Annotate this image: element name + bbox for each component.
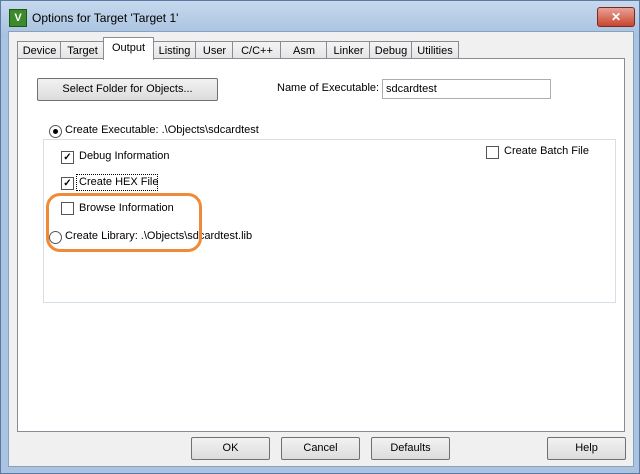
tab-output[interactable]: Output	[103, 37, 154, 60]
select-folder-button[interactable]: Select Folder for Objects...	[37, 78, 218, 101]
debug-information-label: Debug Information	[79, 150, 170, 162]
orange-highlight-annotation	[46, 193, 202, 252]
ok-button[interactable]: OK	[191, 437, 270, 460]
dialog-client-area: Device Target Output Listing User C/C++ …	[8, 31, 634, 467]
debug-information-checkbox[interactable]: ✓	[61, 151, 74, 164]
name-of-executable-input[interactable]: sdcardtest	[382, 79, 551, 99]
create-executable-label: Create Executable: .\Objects\sdcardtest	[65, 124, 259, 136]
window-title: Options for Target 'Target 1'	[32, 11, 179, 25]
create-batch-checkbox[interactable]	[486, 146, 499, 159]
output-tab-panel: Select Folder for Objects... Name of Exe…	[17, 58, 625, 432]
create-hex-checkbox[interactable]: ✓	[61, 177, 74, 190]
defaults-button[interactable]: Defaults	[371, 437, 450, 460]
create-hex-label: Create HEX File	[79, 176, 159, 188]
keil-app-icon: V	[9, 9, 27, 27]
create-batch-label: Create Batch File	[504, 145, 589, 157]
options-dialog: V Options for Target 'Target 1' ✕ Device…	[0, 0, 640, 474]
close-button[interactable]: ✕	[597, 7, 635, 27]
help-button[interactable]: Help	[547, 437, 626, 460]
name-of-executable-label: Name of Executable:	[277, 82, 380, 94]
create-executable-radio[interactable]	[49, 125, 62, 138]
cancel-button[interactable]: Cancel	[281, 437, 360, 460]
